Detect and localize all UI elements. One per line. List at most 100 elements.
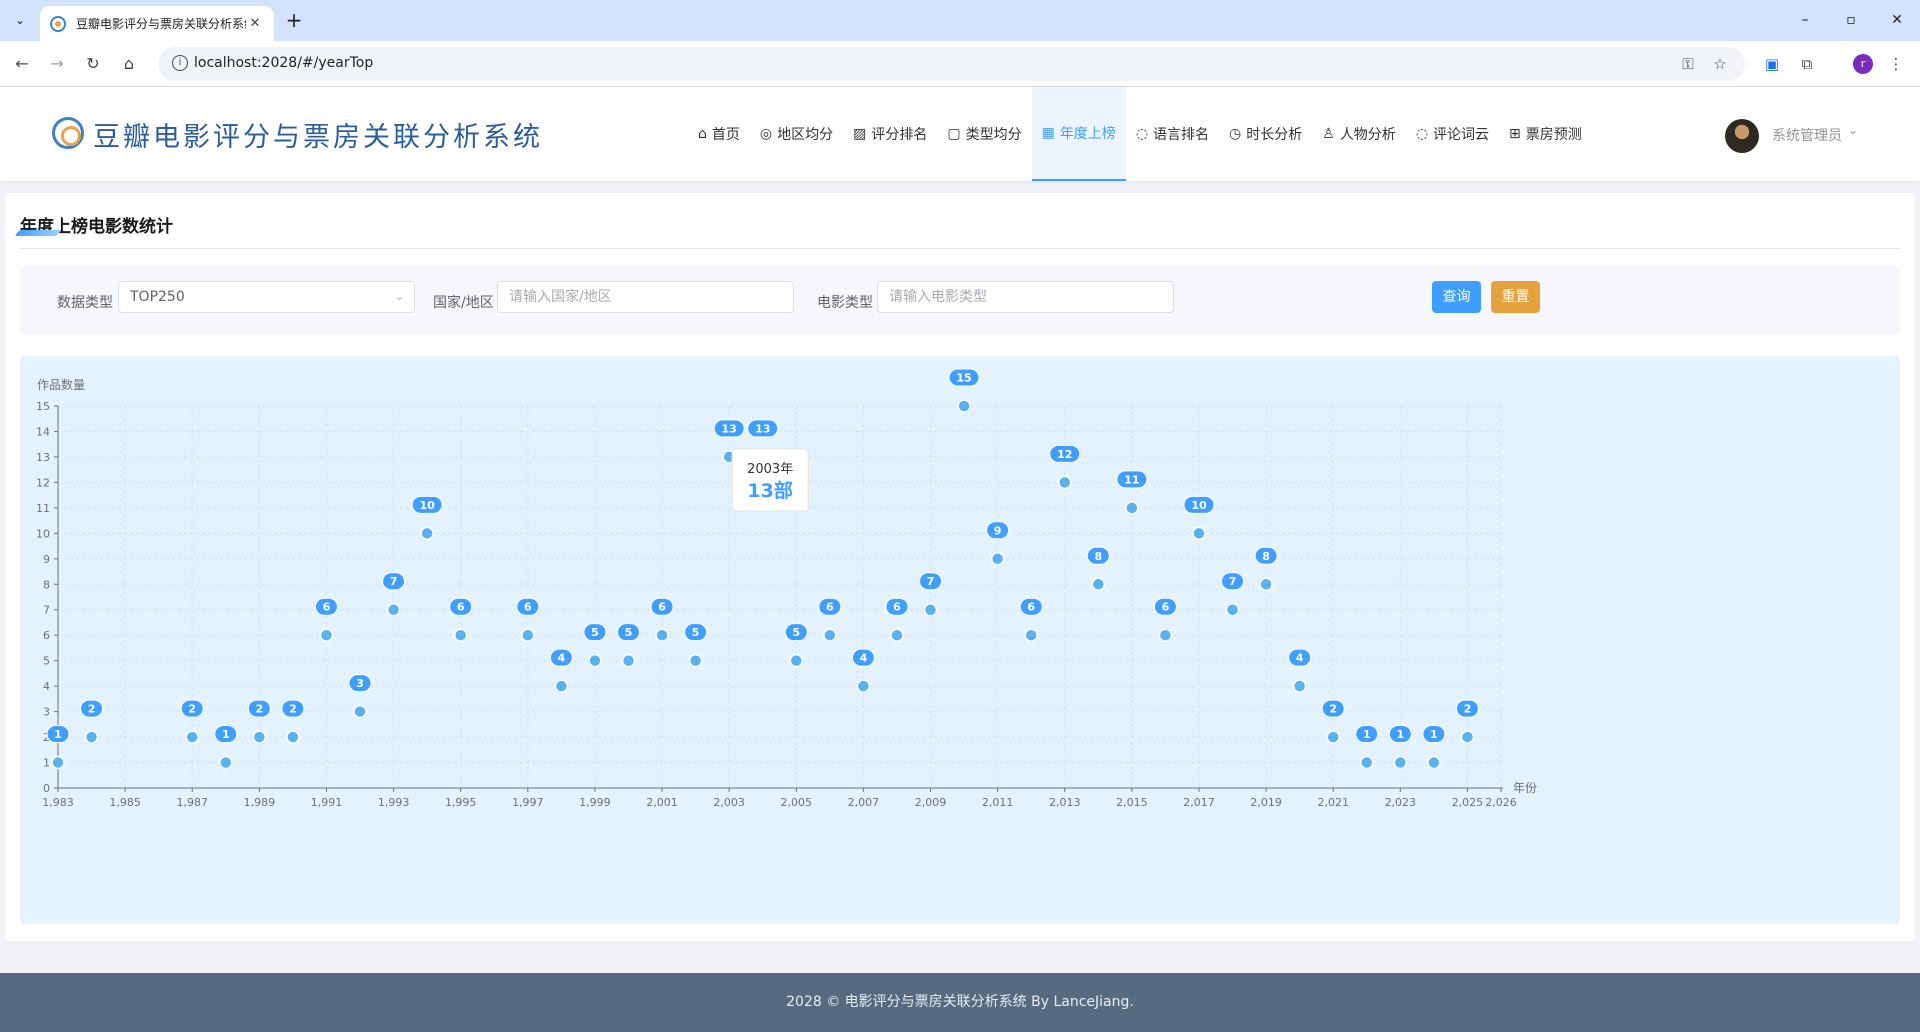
nav-item-4[interactable]: ▦ 年度上榜 [1031, 87, 1126, 181]
data-label: 4 [860, 652, 868, 665]
data-point [84, 730, 99, 744]
plot-background [28, 364, 1892, 916]
nav-item-3[interactable]: ▢ 类型均分 [937, 87, 1031, 181]
favicon-icon [50, 15, 66, 32]
url-text[interactable]: localhost:2028/#/yearTop [194, 55, 373, 71]
data-type-select[interactable]: TOP250 ⌄ [118, 281, 415, 313]
browser-toolbar: ← → ↻ ⌂ i localhost:2028/#/yearTop ⚿ ☆ ▣… [0, 41, 1920, 87]
nav-item-0[interactable]: ⌂ 首页 [688, 87, 750, 181]
nav-item-5[interactable]: ◌ 语言排名 [1126, 87, 1219, 181]
x-tick-label: 1,983 [42, 796, 74, 809]
tooltip-year: 2003年 [747, 462, 793, 477]
nav-item-7[interactable]: ♙ 人物分析 [1312, 87, 1406, 181]
region-input[interactable]: 请输入国家/地区 [497, 281, 794, 313]
data-label: 8 [1094, 550, 1102, 563]
data-label: 13 [755, 422, 770, 435]
x-tick-label: 2,009 [915, 796, 947, 809]
more-menu-icon[interactable]: ⋮ [1884, 52, 1908, 76]
y-tick-label: 7 [43, 604, 50, 617]
data-point [1091, 577, 1106, 592]
chevron-down-icon[interactable]: ⌄ [1848, 123, 1858, 137]
data-label: 1 [54, 728, 62, 741]
data-label: 2 [1329, 703, 1337, 716]
location-icon: ◎ [759, 126, 773, 142]
calendar-icon: ▦ [1041, 125, 1055, 141]
address-bar[interactable]: i localhost:2028/#/yearTop ⚿ ☆ [158, 47, 1745, 81]
data-label: 7 [390, 575, 398, 588]
comment-icon: ◌ [1415, 126, 1429, 142]
data-point [353, 704, 367, 719]
query-button[interactable]: 查询 [1432, 281, 1481, 313]
profile-avatar[interactable]: r [1853, 54, 1873, 74]
nav-item-1[interactable]: ◎ 地区均分 [750, 87, 843, 181]
tab-search-chevron-icon[interactable]: ⌄ [8, 8, 32, 32]
back-icon[interactable]: ← [10, 52, 34, 76]
data-point [890, 628, 904, 642]
site-info-icon[interactable]: i [172, 55, 188, 71]
browser-tab[interactable]: 豆瓣电影评分与票房关联分析系统 ✕ [40, 6, 274, 41]
y-tick-label: 11 [36, 502, 50, 515]
window-close-icon[interactable]: ✕ [1882, 8, 1912, 32]
nav-item-label: 类型均分 [965, 127, 1022, 143]
forward-icon[interactable]: → [45, 52, 69, 76]
user-name[interactable]: 系统管理员 [1772, 125, 1842, 145]
password-key-icon[interactable]: ⚿ [1678, 54, 1698, 74]
nav-item-label: 年度上榜 [1059, 126, 1116, 142]
minimize-icon[interactable]: – [1790, 8, 1820, 32]
data-point [823, 628, 837, 642]
data-label: 3 [356, 677, 364, 690]
y-tick-label: 8 [43, 578, 50, 591]
data-label: 8 [1262, 550, 1270, 563]
restore-icon[interactable]: ▫ [1836, 8, 1866, 32]
data-point [588, 653, 602, 668]
y-tick-label: 10 [36, 527, 50, 540]
data-type-value: TOP250 [130, 289, 185, 305]
extension-icon[interactable]: ▣ [1760, 52, 1784, 76]
data-label: 7 [1229, 575, 1237, 588]
reset-button[interactable]: 重置 [1491, 281, 1540, 313]
data-label: 13 [722, 422, 737, 435]
divider [20, 248, 1900, 249]
bookmark-star-icon[interactable]: ☆ [1710, 54, 1730, 74]
data-point [688, 653, 703, 668]
data-point [856, 679, 871, 693]
nav-item-label: 人物分析 [1339, 127, 1396, 143]
x-tick-label: 2,001 [646, 796, 678, 809]
footer: 2028 © 电影评分与票房关联分析系统 By LanceJiang. [0, 973, 1920, 1032]
x-tick-label: 2,015 [1116, 796, 1148, 809]
nav-item-9[interactable]: ⊞ 票房预测 [1499, 87, 1592, 181]
x-tick-label: 1,989 [244, 796, 276, 809]
data-label: 6 [1162, 601, 1170, 614]
nav-item-6[interactable]: ◷ 时长分析 [1219, 87, 1312, 181]
nav-item-label: 首页 [711, 127, 740, 143]
user-icon: ♙ [1322, 126, 1335, 142]
data-label: 6 [1027, 601, 1035, 614]
new-tab-icon[interactable]: + [282, 9, 306, 33]
y-tick-label: 5 [43, 655, 50, 668]
y-tick-label: 3 [43, 706, 50, 719]
nav-item-8[interactable]: ◌ 评论词云 [1406, 87, 1499, 181]
extensions-puzzle-icon[interactable]: ⧉ [1795, 52, 1819, 76]
reload-icon[interactable]: ↻ [81, 52, 105, 76]
data-label: 6 [826, 601, 834, 614]
data-type-label: 数据类型 [57, 295, 113, 311]
x-tick-label: 1,987 [176, 796, 208, 809]
data-label: 6 [323, 601, 331, 614]
avatar[interactable] [1725, 119, 1759, 153]
y-tick-label: 9 [43, 553, 50, 566]
nav-item-2[interactable]: ▨ 评分排名 [843, 87, 937, 181]
region-label: 国家/地区 [433, 295, 494, 311]
tab-title: 豆瓣电影评分与票房关联分析系统 [76, 17, 246, 31]
data-label: 2 [256, 703, 264, 716]
data-label: 1 [1430, 728, 1438, 741]
tooltip-value: 13部 [747, 479, 792, 502]
genre-input[interactable]: 请输入电影类型 [877, 281, 1174, 313]
data-label: 7 [927, 575, 935, 588]
data-point [957, 399, 971, 413]
data-point [1024, 628, 1038, 642]
data-point [453, 628, 468, 642]
data-label: 9 [994, 524, 1002, 537]
tab-close-icon[interactable]: ✕ [246, 16, 264, 31]
home-icon[interactable]: ⌂ [117, 52, 141, 76]
y-tick-label: 15 [36, 400, 50, 413]
